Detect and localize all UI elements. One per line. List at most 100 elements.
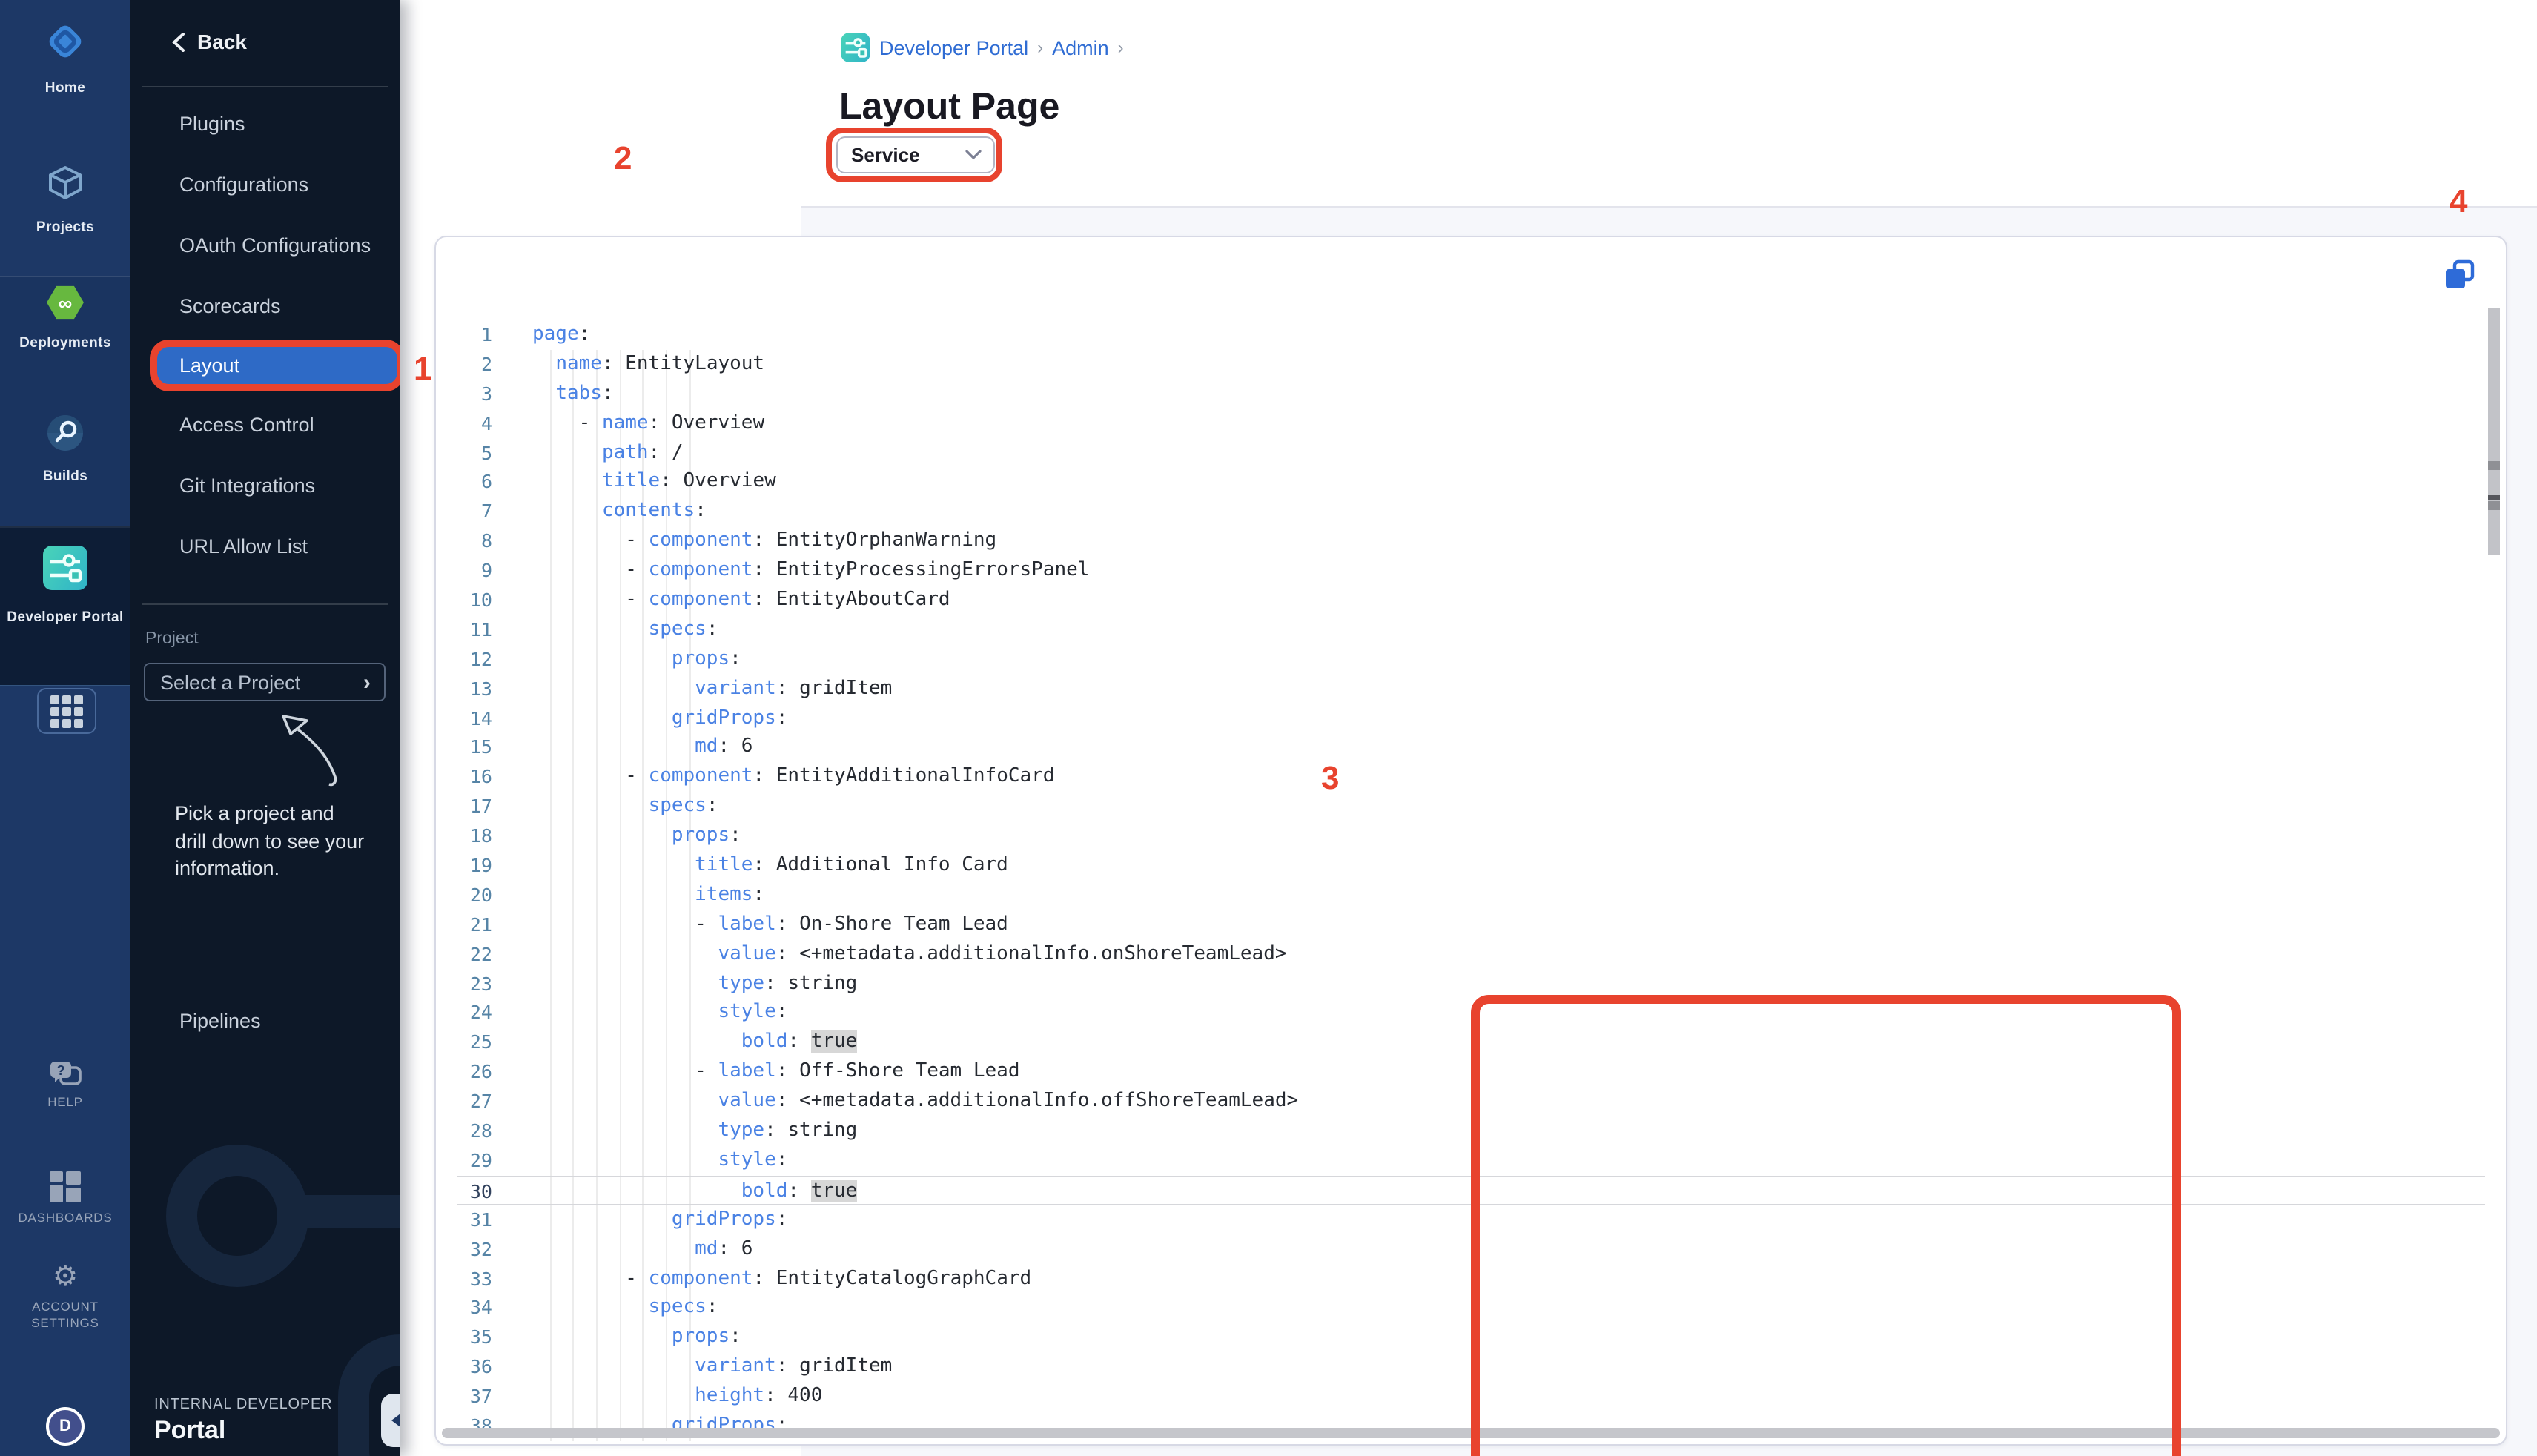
select-project-button[interactable]: Select a Project › — [144, 663, 386, 701]
svg-text:?: ? — [57, 1063, 65, 1078]
rail-item-deployments[interactable]: Deployments — [0, 335, 130, 351]
magnifier-circle-icon[interactable] — [44, 412, 86, 461]
divider — [142, 603, 388, 605]
rail-item-account-settings[interactable]: ACCOUNT SETTINGS — [21, 1299, 110, 1331]
code-line: 19 title: Additional Info Card — [457, 851, 2485, 881]
rail-item-builds[interactable]: Builds — [0, 469, 130, 485]
sidebar-item-scorecards[interactable]: Scorecards — [179, 295, 281, 317]
code-line: 6 title: Overview — [457, 468, 2485, 497]
avatar[interactable]: D — [46, 1407, 85, 1446]
chevron-left-icon — [172, 32, 185, 51]
rail-item-help[interactable]: HELP — [0, 1094, 130, 1109]
code-line: 11 specs: — [457, 615, 2485, 645]
breadcrumb-admin[interactable]: Admin — [1052, 36, 1109, 59]
help-chat-icon[interactable]: ? — [47, 1059, 83, 1099]
code-line: 14 gridProps: — [457, 704, 2485, 733]
breadcrumb-separator: › — [1037, 37, 1043, 58]
infinity-hexagon-icon[interactable]: ∞ — [46, 285, 85, 320]
back-label: Back — [197, 30, 247, 53]
home-icon[interactable] — [44, 21, 86, 70]
entity-type-value: Service — [851, 144, 965, 166]
code-line: 9 - component: EntityProcessingErrorsPan… — [457, 556, 2485, 586]
code-line: 20 items: — [457, 881, 2485, 910]
gear-icon[interactable]: ⚙ — [53, 1263, 78, 1291]
code-line: 5 path: / — [457, 438, 2485, 468]
code-line: 30 bold: true — [457, 1176, 2485, 1205]
code-line: 37 height: 400 — [457, 1382, 2485, 1412]
code-line: 12 props: — [457, 645, 2485, 675]
breadcrumb: Developer Portal › Admin › — [841, 33, 1124, 62]
chevron-right-icon: › — [363, 669, 371, 695]
code-line: 36 variant: gridItem — [457, 1352, 2485, 1382]
main-content: Developer Portal › Admin › Layout Page S… — [400, 0, 2537, 1456]
annotation-ring-1 — [150, 340, 400, 391]
dashboard-grid-icon[interactable] — [50, 1171, 81, 1210]
sliders-icon[interactable] — [43, 546, 87, 590]
app-root: Home Projects ∞ Deployments Builds — [0, 0, 2537, 1456]
code-line: 28 type: string — [457, 1116, 2485, 1146]
copy-icon — [2444, 259, 2476, 292]
breadcrumb-separator: › — [1118, 37, 1124, 58]
code-line: 35 props: — [457, 1323, 2485, 1353]
code-line: 1page: — [457, 320, 2485, 350]
grid-icon — [50, 695, 83, 727]
sidebar-hint-text: Pick a project and drill down to see you… — [175, 801, 371, 883]
code-line: 13 variant: gridItem — [457, 674, 2485, 704]
code-line: 15 md: 6 — [457, 733, 2485, 763]
sidebar-item-pipelines[interactable]: Pipelines — [179, 1010, 261, 1032]
vertical-scrollbar[interactable] — [2488, 237, 2500, 1444]
breadcrumb-developer-portal[interactable]: Developer Portal — [879, 36, 1028, 59]
code-line: 33 - component: EntityCatalogGraphCard — [457, 1264, 2485, 1294]
doodle-arrow-icon — [279, 712, 353, 789]
sidebar-item-oauth-configurations[interactable]: OAuth Configurations — [179, 234, 371, 257]
page-title: Layout Page — [839, 86, 1059, 129]
horizontal-scrollbar[interactable] — [442, 1428, 2500, 1438]
developer-portal-icon — [841, 33, 870, 62]
code-line: 21 - label: On-Shore Team Lead — [457, 910, 2485, 940]
code-line: 22 value: <+metadata.additionalInfo.onSh… — [457, 939, 2485, 969]
decorative-circuit-bar — [297, 1195, 400, 1228]
rail-item-home[interactable]: Home — [0, 80, 130, 96]
code-line: 29 style: — [457, 1146, 2485, 1176]
module-rail: Home Projects ∞ Deployments Builds — [0, 0, 130, 1456]
code-line: 26 - label: Off-Shore Team Lead — [457, 1058, 2485, 1088]
sidebar-footer-title: Portal — [154, 1416, 225, 1446]
code-line: 16 - component: EntityAdditionalInfoCard — [457, 763, 2485, 792]
decorative-circuit-ring — [166, 1145, 308, 1287]
code-lines: 1page:2 name: EntityLayout3 tabs:4 - nam… — [457, 320, 2485, 1441]
collapse-sidebar-button[interactable] — [381, 1394, 400, 1447]
module-picker-button[interactable] — [37, 688, 96, 734]
select-project-label: Select a Project — [160, 671, 363, 693]
code-line: 24 style: — [457, 999, 2485, 1028]
code-line: 23 type: string — [457, 969, 2485, 999]
project-label: Project — [145, 630, 199, 648]
rail-item-projects[interactable]: Projects — [0, 219, 130, 236]
entity-type-select[interactable]: Service — [836, 136, 995, 173]
code-line: 10 - component: EntityAboutCard — [457, 586, 2485, 615]
sidebar-item-access-control[interactable]: Access Control — [179, 414, 314, 436]
chevron-down-icon — [965, 150, 982, 160]
divider — [142, 86, 388, 87]
scrollbar-thumb[interactable] — [2488, 308, 2500, 555]
sidebar-item-url-allow-list[interactable]: URL Allow List — [179, 535, 308, 557]
rail-item-dashboards[interactable]: DASHBOARDS — [0, 1210, 130, 1225]
scrollbar-marker — [2488, 500, 2500, 509]
sidebar-item-plugins[interactable]: Plugins — [179, 113, 245, 135]
scrollbar-marker — [2488, 495, 2500, 499]
rail-item-developer-portal[interactable]: Developer Portal — [0, 609, 130, 626]
code-line: 25 bold: true — [457, 1028, 2485, 1058]
code-line: 17 specs: — [457, 792, 2485, 822]
triangle-left-icon — [391, 1412, 400, 1429]
code-line: 32 md: 6 — [457, 1234, 2485, 1264]
copy-button[interactable] — [2444, 259, 2479, 295]
yaml-editor-panel[interactable]: 1page:2 name: EntityLayout3 tabs:4 - nam… — [434, 236, 2507, 1446]
scrollbar-marker — [2488, 461, 2500, 470]
sidebar-item-git-integrations[interactable]: Git Integrations — [179, 474, 315, 497]
back-button[interactable]: Back — [172, 30, 247, 53]
code-line: 7 contents: — [457, 497, 2485, 527]
cube-icon[interactable] — [44, 163, 86, 211]
code-line: 31 gridProps: — [457, 1205, 2485, 1234]
sidebar-item-configurations[interactable]: Configurations — [179, 173, 308, 196]
code-line: 2 name: EntityLayout — [457, 350, 2485, 380]
sidebar-footer-kicker: INTERNAL DEVELOPER — [154, 1397, 332, 1413]
